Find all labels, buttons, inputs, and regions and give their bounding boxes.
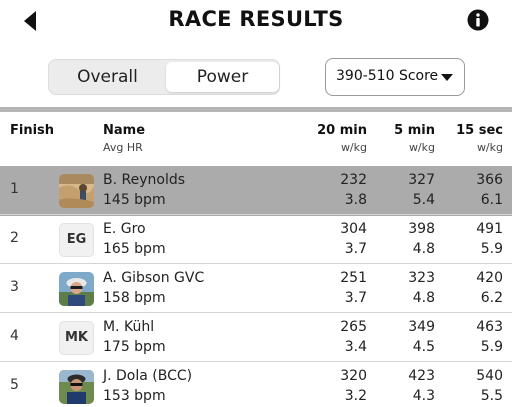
power-5min: 423	[408, 368, 435, 384]
col-name: Name	[103, 123, 146, 138]
table-row[interactable]: 2 EG E. Gro 165 bpm 304 3.7 398 4.8 491 …	[0, 214, 512, 264]
wkg-15sec: 6.1	[480, 192, 503, 208]
col-15sec-unit: w/kg	[476, 141, 503, 154]
wkg-15sec: 5.9	[480, 241, 503, 257]
finish-position: 4	[10, 328, 19, 344]
finish-position: 5	[10, 377, 19, 393]
finish-position: 1	[10, 181, 19, 197]
caret-down-icon	[441, 74, 453, 81]
avg-hr: 158 bpm	[103, 290, 166, 306]
table-row[interactable]: 4 MK M. Kühl 175 bpm 265 3.4 349 4.5 463…	[0, 312, 512, 362]
power-5min: 327	[408, 172, 435, 188]
avg-hr: 175 bpm	[103, 339, 166, 355]
wkg-20min: 3.7	[344, 241, 367, 257]
header: RACE RESULTS	[0, 0, 512, 44]
avg-hr: 145 bpm	[103, 192, 166, 208]
wkg-5min: 5.4	[412, 192, 435, 208]
tab-overall[interactable]: Overall	[51, 62, 164, 92]
col-name-sub: Avg HR	[103, 141, 143, 154]
power-15sec: 540	[476, 368, 503, 384]
rider-name: B. Reynolds	[103, 172, 186, 188]
wkg-20min: 3.7	[344, 290, 367, 306]
power-20min: 251	[340, 270, 367, 286]
avatar	[59, 272, 94, 306]
col-5min-unit: w/kg	[408, 141, 435, 154]
view-segmented-control: Overall Power	[48, 59, 280, 95]
power-15sec: 366	[476, 172, 503, 188]
wkg-20min: 3.4	[344, 339, 367, 355]
finish-position: 3	[10, 279, 19, 295]
rider-name: M. Kühl	[103, 319, 155, 335]
finish-position: 2	[10, 230, 19, 246]
power-15sec: 491	[476, 221, 503, 237]
power-15sec: 463	[476, 319, 503, 335]
avg-hr: 153 bpm	[103, 388, 166, 404]
avatar: EG	[59, 223, 94, 257]
power-20min: 265	[340, 319, 367, 335]
col-20min: 20 min	[317, 123, 367, 138]
table-row[interactable]: 5 J. Dola (BCC) 153 bpm 320 3.2 423 4.3 …	[0, 361, 512, 407]
power-5min: 323	[408, 270, 435, 286]
wkg-5min: 4.8	[412, 241, 435, 257]
wkg-15sec: 6.2	[480, 290, 503, 306]
controls-bar: Overall Power 390-510 Score	[0, 48, 512, 106]
score-range-label: 390-510 Score	[336, 68, 439, 84]
wkg-15sec: 5.9	[480, 339, 503, 355]
wkg-5min: 4.8	[412, 290, 435, 306]
wkg-15sec: 5.5	[480, 388, 503, 404]
table-row[interactable]: 1 B. Reynolds 145 bpm 232 3.8 327 5.4 36…	[0, 166, 512, 216]
avatar: MK	[59, 321, 94, 355]
avatar	[59, 174, 94, 208]
power-20min: 320	[340, 368, 367, 384]
power-20min: 232	[340, 172, 367, 188]
power-15sec: 420	[476, 270, 503, 286]
power-5min: 398	[408, 221, 435, 237]
score-range-dropdown[interactable]: 390-510 Score	[325, 58, 465, 96]
rider-name: A. Gibson GVC	[103, 270, 205, 286]
wkg-5min: 4.3	[412, 388, 435, 404]
avatar	[59, 370, 94, 404]
info-icon[interactable]	[467, 9, 489, 31]
page-title: RACE RESULTS	[168, 7, 344, 31]
rider-name: E. Gro	[103, 221, 146, 237]
rider-name: J. Dola (BCC)	[103, 368, 193, 384]
table-row[interactable]: 3 A. Gibson GVC 158 bpm 251 3.7 323 4.8 …	[0, 263, 512, 313]
wkg-5min: 4.5	[412, 339, 435, 355]
tab-power[interactable]: Power	[166, 62, 279, 92]
power-20min: 304	[340, 221, 367, 237]
col-15sec: 15 sec	[456, 123, 503, 138]
col-5min: 5 min	[394, 123, 435, 138]
col-20min-unit: w/kg	[340, 141, 367, 154]
table-header: Finish Name Avg HR 20 min w/kg 5 min w/k…	[0, 112, 512, 166]
power-5min: 349	[408, 319, 435, 335]
wkg-20min: 3.2	[344, 388, 367, 404]
wkg-20min: 3.8	[344, 192, 367, 208]
col-finish: Finish	[10, 123, 55, 138]
avg-hr: 165 bpm	[103, 241, 166, 257]
